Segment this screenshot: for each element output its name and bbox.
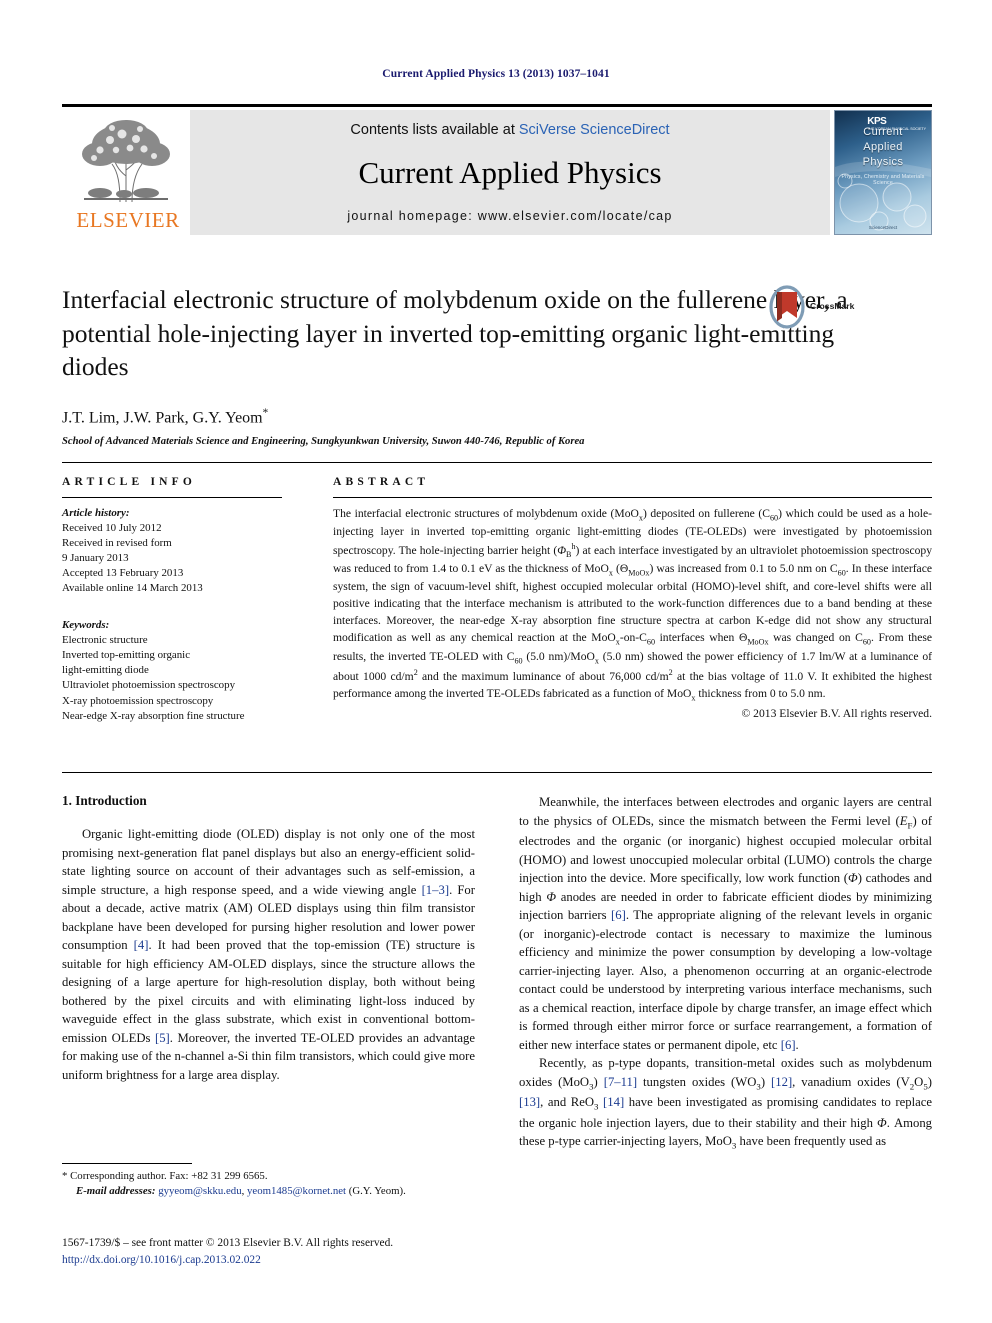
keyword-item: Near-edge X-ray absorption fine structur… (62, 709, 245, 722)
reference-link[interactable]: [7–11] (604, 1075, 637, 1089)
journal-cover-thumbnail: KPS THE KOREAN PHYSICAL SOCIETY Current … (834, 110, 932, 235)
reference-link[interactable]: [13] (519, 1095, 540, 1109)
body-column-left: 1. Introduction Organic light-emitting d… (62, 793, 475, 1084)
doi-link[interactable]: http://dx.doi.org/10.1016/j.cap.2013.02.… (62, 1252, 532, 1269)
homepage-url[interactable]: www.elsevier.com/locate/cap (478, 209, 673, 223)
corresponding-author-mark: * (262, 406, 269, 419)
homepage-prefix: journal homepage: (347, 209, 478, 223)
elsevier-tree-icon (82, 120, 170, 203)
body-paragraph: Meanwhile, the interfaces between electr… (519, 795, 932, 1052)
author-list: J.T. Lim, J.W. Park, G.Y. Yeom* (62, 407, 852, 427)
reference-link[interactable]: [12] (771, 1075, 792, 1089)
reference-link[interactable]: [4] (134, 938, 149, 952)
journal-homepage-line: journal homepage: www.elsevier.com/locat… (190, 209, 830, 223)
crossmark-badge[interactable]: CrossMark (766, 285, 855, 331)
affiliation: School of Advanced Materials Science and… (62, 436, 585, 448)
keyword-item: Electronic structure (62, 634, 148, 647)
abstract-column: ABSTRACT The interfacial electronic stru… (333, 476, 932, 720)
body-paragraph: Recently, as p-type dopants, transition-… (519, 1056, 933, 1151)
section-heading-introduction: 1. Introduction (62, 793, 147, 808)
email-suffix: (G.Y. Yeom). (348, 1185, 406, 1198)
abstract-text: The interfacial electronic structures of… (333, 507, 933, 702)
article-info-rule (62, 497, 282, 498)
article-info-heading: ARTICLE INFO (62, 476, 197, 488)
history-item: Accepted 13 February 2013 (62, 567, 184, 580)
article-history-label: Article history: (62, 507, 130, 519)
journal-title: Current Applied Physics (358, 155, 662, 190)
journal-masthead: ELSEVIER Contents lists available at Sci… (62, 104, 932, 235)
body-paragraph: Organic light-emitting diode (OLED) disp… (62, 827, 476, 1082)
article-info-column: ARTICLE INFO Article history: Received 1… (62, 476, 282, 724)
keyword-item: Ultraviolet photoemission spectroscopy (62, 679, 236, 692)
cover-imprint: ScienceDirect (868, 225, 898, 230)
reference-link[interactable]: [6] (781, 1038, 796, 1052)
crossmark-label: CrossMark (810, 301, 855, 311)
title-block: Interfacial electronic structure of moly… (62, 283, 855, 448)
cover-journal-title: Current Applied Physics (862, 126, 904, 168)
page-title: Interfacial electronic structure of moly… (62, 285, 848, 382)
sciencedirect-link[interactable]: SciVerse ScienceDirect (519, 122, 670, 138)
reference-link[interactable]: [6] (611, 908, 626, 922)
email-label: E-mail addresses: (76, 1185, 156, 1198)
info-section-divider (62, 462, 932, 463)
abstract-copyright: © 2013 Elsevier B.V. All rights reserved… (741, 706, 932, 720)
crossmark-icon (769, 285, 805, 329)
reference-link[interactable]: [14] (603, 1095, 624, 1109)
keyword-item: light-emitting diode (62, 664, 149, 677)
body-section-divider (62, 772, 932, 773)
reference-link[interactable]: [5] (155, 1031, 170, 1045)
email-note: E-mail addresses: gyyeom@skku.edu, yeom1… (76, 1185, 406, 1198)
contents-available-line: Contents lists available at SciVerse Sci… (190, 122, 830, 138)
elsevier-logo: ELSEVIER (62, 110, 190, 235)
article-history: Article history: Received 10 July 2012 R… (62, 506, 282, 596)
history-item: Received in revised form (62, 537, 172, 550)
footnote-rule (62, 1163, 192, 1164)
abstract-heading: ABSTRACT (333, 476, 430, 488)
footnote-block: * Corresponding author. Fax: +82 31 299 … (62, 1163, 475, 1200)
author-names: J.T. Lim, J.W. Park, G.Y. Yeom (62, 409, 263, 427)
masthead-center-panel: Contents lists available at SciVerse Sci… (190, 110, 830, 235)
reference-link[interactable]: [1–3] (422, 883, 449, 897)
keywords-label: Keywords: (62, 619, 110, 632)
email-link-1[interactable]: gyyeom@skku.edu (158, 1185, 241, 1197)
body-column-right: Meanwhile, the interfaces between electr… (519, 793, 932, 1153)
contents-prefix: Contents lists available at (350, 122, 519, 138)
copyright-block: 1567-1739/$ – see front matter © 2013 El… (62, 1235, 532, 1268)
abstract-rule (333, 497, 932, 498)
keyword-item: Inverted top-emitting organic (62, 649, 191, 662)
keywords: Keywords: Electronic structure Inverted … (62, 618, 282, 723)
history-item: 9 January 2013 (62, 552, 129, 565)
issn-copyright-line: 1567-1739/$ – see front matter © 2013 El… (62, 1237, 394, 1249)
email-link-2[interactable]: yeom1485@kornet.net (247, 1185, 346, 1197)
history-item: Available online 14 March 2013 (62, 582, 203, 595)
running-head: Current Applied Physics 13 (2013) 1037–1… (382, 68, 610, 80)
elsevier-wordmark: ELSEVIER (76, 208, 180, 232)
corresponding-author-note: * Corresponding author. Fax: +82 31 299 … (62, 1170, 268, 1182)
cover-subtitle: Physics, Chemistry and Materials Science (841, 174, 925, 186)
history-item: Received 10 July 2012 (62, 522, 162, 535)
paper-page: Current Applied Physics 13 (2013) 1037–1… (0, 0, 992, 1323)
keyword-item: X-ray photoemission spectroscopy (62, 694, 214, 707)
